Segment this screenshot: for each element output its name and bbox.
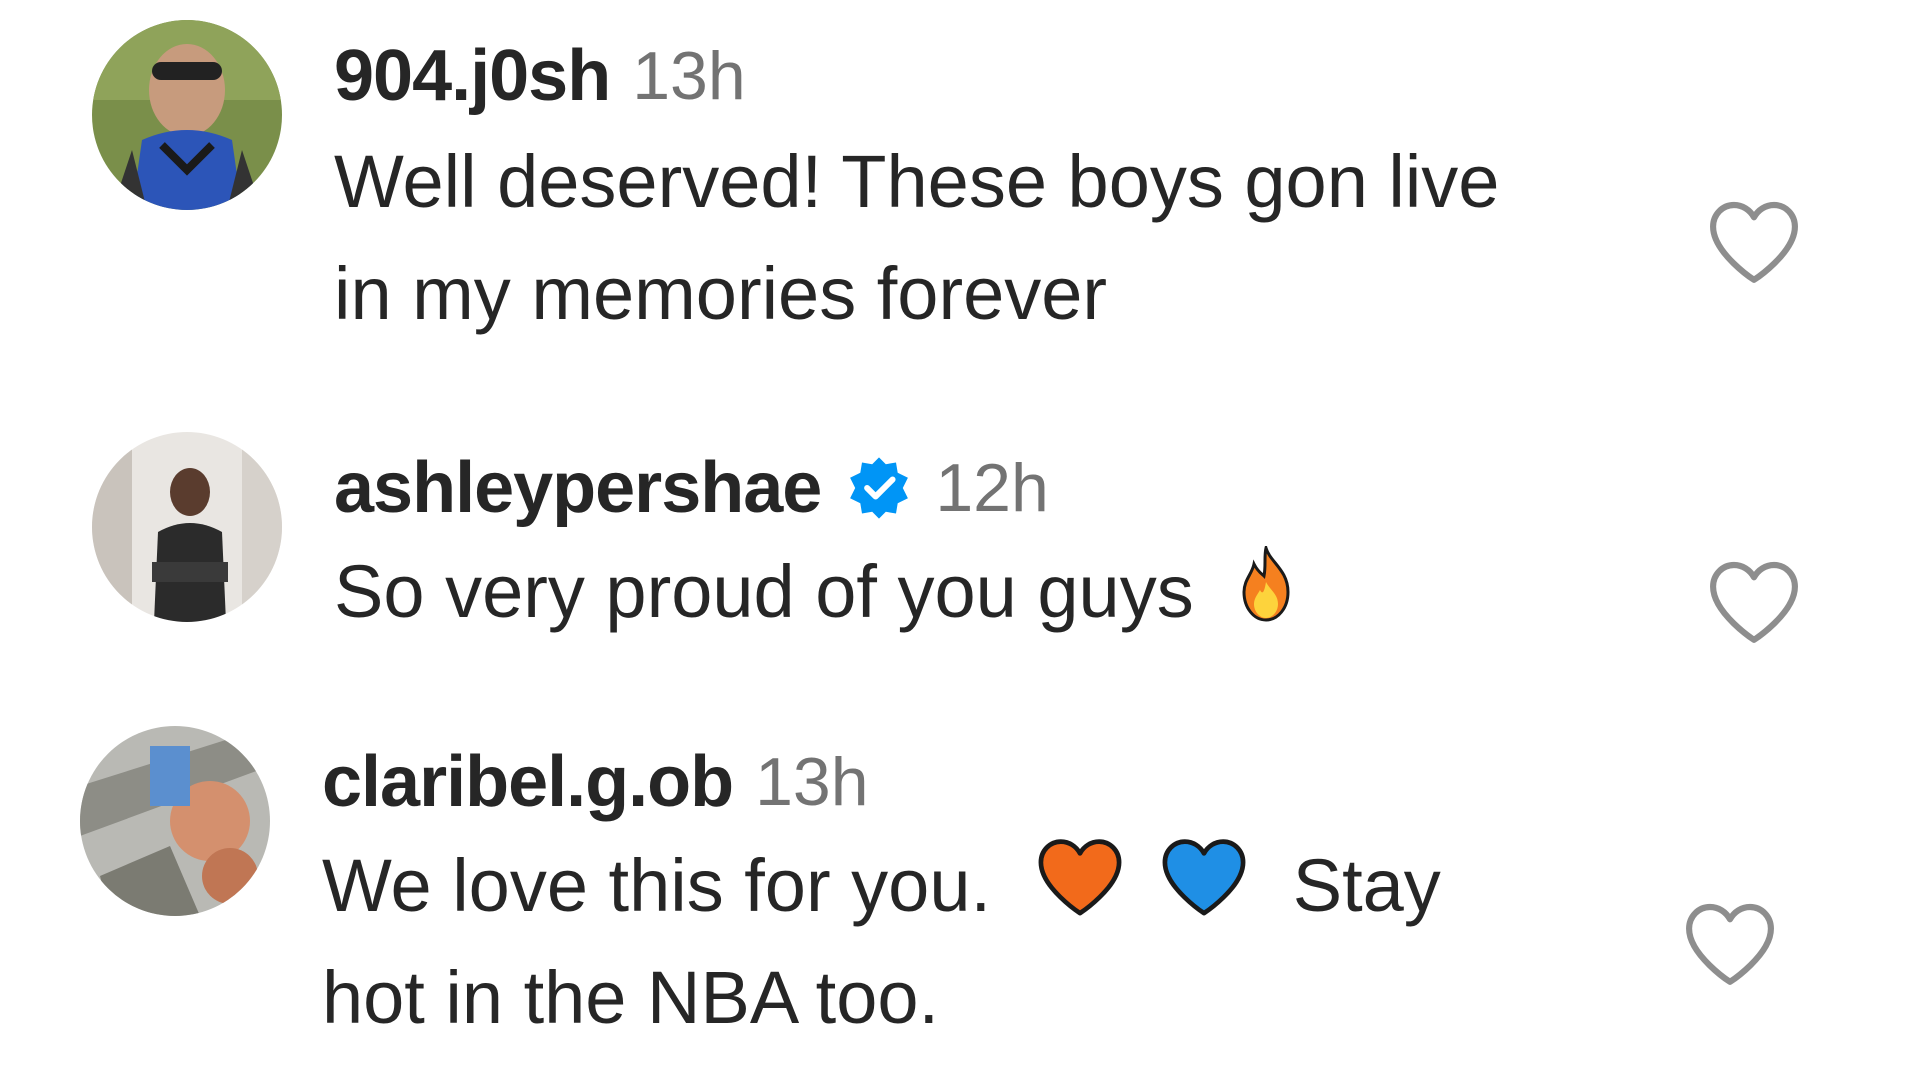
comment-text-row: We love this for you. Stay xyxy=(322,830,1441,950)
orange-heart-emoji-icon xyxy=(1032,833,1128,950)
comment-list: 904.j0sh 13h Well deserved! These boys g… xyxy=(0,0,1920,1080)
blue-heart-emoji-icon xyxy=(1156,833,1252,950)
comment-timestamp[interactable]: 13h xyxy=(755,742,868,822)
comment-text-line: Well deserved! These boys gon live xyxy=(334,140,1500,223)
like-heart-icon[interactable] xyxy=(1704,196,1804,286)
comment-username[interactable]: claribel.g.ob xyxy=(322,742,734,822)
avatar[interactable] xyxy=(80,726,270,916)
comment-timestamp[interactable]: 13h xyxy=(632,36,745,116)
comment-username[interactable]: ashleypershae xyxy=(334,448,822,528)
comment-text-line: So very proud of you guys xyxy=(334,550,1194,633)
verified-badge-icon xyxy=(845,454,913,522)
comment-text-row: So very proud of you guys xyxy=(334,536,1296,653)
comment-text-line: Stay xyxy=(1292,844,1441,927)
comment-text-line: We love this for you. xyxy=(322,844,992,927)
comment-text-line: in my memories forever xyxy=(334,252,1108,335)
comment-text-line: hot in the NBA too. xyxy=(322,956,940,1039)
avatar[interactable] xyxy=(92,20,282,210)
comment-timestamp[interactable]: 12h xyxy=(935,448,1048,528)
like-heart-icon[interactable] xyxy=(1704,556,1804,646)
fire-emoji-icon xyxy=(1236,541,1296,653)
avatar[interactable] xyxy=(92,432,282,622)
comment-username[interactable]: 904.j0sh xyxy=(334,36,611,116)
like-heart-icon[interactable] xyxy=(1680,898,1780,988)
